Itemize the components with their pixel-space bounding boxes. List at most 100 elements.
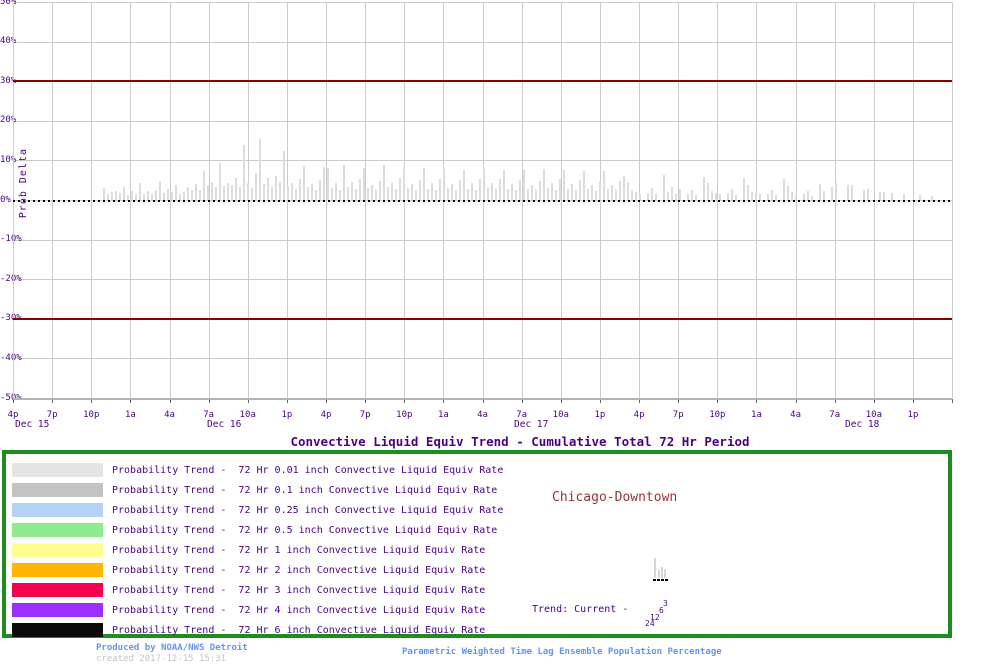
probability-bar (647, 192, 649, 200)
probability-bar (523, 170, 525, 200)
x-date-label: Dec 17 (514, 419, 549, 430)
probability-bar (583, 170, 585, 200)
legend-row: Probability Trend - 72 Hr 0.25 inch Conv… (6, 502, 948, 522)
mini-chart-bar (654, 558, 656, 578)
probability-bar (559, 179, 561, 200)
probability-bar (375, 190, 377, 200)
x-tick-label: 1p (907, 410, 919, 420)
x-tick-label: 1a (438, 410, 449, 420)
probability-bar (651, 188, 653, 200)
probability-bar (379, 180, 381, 200)
x-tick-label: 1a (751, 410, 762, 420)
probability-bar (411, 183, 413, 200)
x-tick-mark (952, 399, 954, 403)
legend-item-label: Probability Trend - 72 Hr 0.1 inch Conve… (112, 485, 498, 496)
probability-bar (267, 178, 269, 200)
probability-bar (835, 181, 837, 200)
x-tick-label: 4p (320, 410, 332, 420)
probability-bar (691, 189, 693, 200)
probability-bar (123, 186, 125, 200)
probability-bar (847, 184, 849, 200)
probability-bar (703, 177, 705, 200)
probability-bar (199, 189, 201, 200)
probability-bar (219, 163, 221, 200)
legend-swatch (12, 583, 103, 597)
probability-bar (303, 165, 305, 200)
probability-bar (103, 188, 105, 200)
probability-bar (171, 192, 173, 200)
y-tick-label: 0% (0, 194, 11, 205)
parametric-description-text: Parametric Weighted Time Lag Ensemble Po… (402, 647, 722, 657)
probability-bar (595, 190, 597, 200)
trend-lag-number: 24 (645, 619, 655, 628)
probability-bar (211, 181, 213, 200)
legend-row: Probability Trend - 72 Hr 0.5 inch Conve… (6, 522, 948, 542)
probability-bar (627, 181, 629, 200)
legend-item-label: Probability Trend - 72 Hr 0.25 inch Conv… (112, 505, 504, 516)
probability-bar (383, 165, 385, 200)
probability-bar (119, 192, 121, 200)
probability-bar (567, 188, 569, 200)
probability-bar (543, 169, 545, 200)
probability-bar (667, 191, 669, 200)
probability-bar (159, 180, 161, 200)
probability-bar (243, 144, 245, 200)
probability-bar (883, 191, 885, 200)
probability-bar (535, 190, 537, 200)
probability-bar (331, 188, 333, 200)
probability-bar (715, 192, 717, 200)
probability-bar (603, 171, 605, 200)
trend-lag-mini-chart (650, 556, 674, 586)
probability-bar (791, 192, 793, 200)
probability-bar (235, 178, 237, 200)
probability-bar (755, 193, 757, 200)
probability-bar (707, 183, 709, 200)
probability-bar (747, 184, 749, 200)
legend-item-label: Probability Trend - 72 Hr 0.5 inch Conve… (112, 525, 498, 536)
probability-bar (347, 186, 349, 200)
probability-bar (783, 179, 785, 200)
probability-bar (247, 183, 249, 200)
probability-bar (491, 182, 493, 200)
probability-bar (287, 185, 289, 200)
x-tick-label: 1p (281, 410, 293, 420)
probability-bar (711, 190, 713, 200)
probability-bar (743, 178, 745, 200)
probability-bar (751, 191, 753, 200)
probability-bar (115, 190, 117, 200)
legend-item-label: Probability Trend - 72 Hr 6 inch Convect… (112, 625, 486, 636)
probability-bar (435, 190, 437, 200)
probability-bar (487, 187, 489, 200)
legend-row: Probability Trend - 72 Hr 0.1 inch Conve… (6, 482, 948, 502)
probability-bar (467, 188, 469, 200)
probability-bar (455, 190, 457, 200)
probability-bar (519, 179, 521, 200)
probability-bar (443, 169, 445, 200)
legend-item-label: Probability Trend - 72 Hr 0.01 inch Conv… (112, 465, 504, 476)
probability-bar (807, 190, 809, 200)
footer: Produced by NOAA/NWS Detroit created 201… (0, 638, 1000, 670)
probability-bar (591, 184, 593, 200)
probability-bar (819, 184, 821, 200)
probability-bar (387, 187, 389, 200)
probability-bar (447, 188, 449, 200)
mini-chart-zero-dash (657, 579, 660, 581)
zero-line (13, 200, 953, 202)
created-timestamp: created 2017-12-15 15:31 (96, 654, 227, 664)
probability-bar (479, 179, 481, 200)
legend-row: Probability Trend - 72 Hr 0.01 inch Conv… (6, 462, 948, 482)
probability-bar (563, 169, 565, 200)
probability-bar (295, 188, 297, 200)
x-axis-line (13, 398, 953, 400)
probability-bar (163, 192, 165, 200)
probability-bar (787, 185, 789, 200)
probability-bar (263, 184, 265, 200)
mini-chart-zero-dash (661, 579, 664, 581)
probability-bar (363, 167, 365, 200)
probability-bar (555, 189, 557, 200)
probability-bar (587, 189, 589, 200)
probability-bar (727, 193, 729, 200)
probability-bar (547, 188, 549, 200)
mini-chart-bar (661, 567, 663, 578)
probability-bar (167, 188, 169, 200)
